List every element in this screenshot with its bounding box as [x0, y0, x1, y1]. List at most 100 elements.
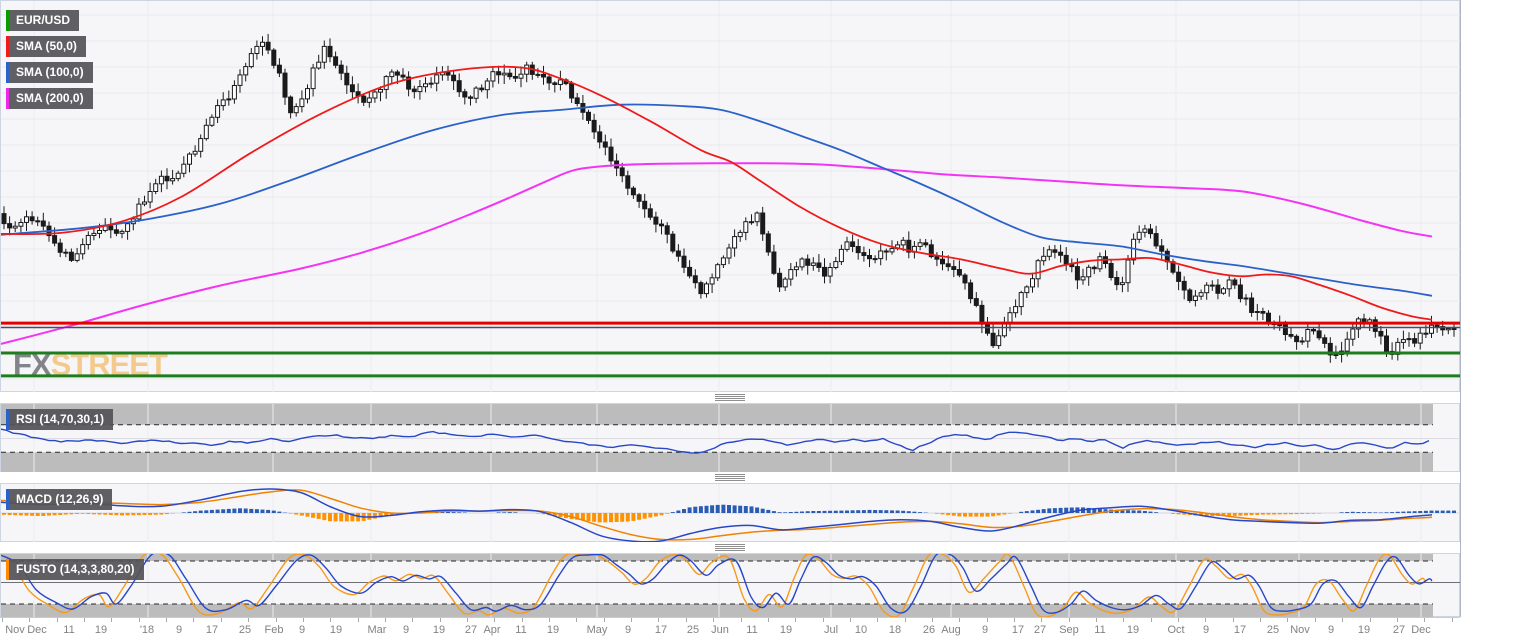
date-label: 17 [206, 624, 218, 636]
week-tick [1069, 618, 1070, 622]
week-tick [987, 618, 988, 622]
price-axis[interactable]: 1.13953 1.26001.25001.24001.23001.22001.… [1460, 0, 1531, 643]
date-label: Nov [5, 624, 25, 636]
date-axis[interactable]: NovDec1119'1891725Feb919Mar91927Apr1119M… [0, 617, 1460, 643]
date-label: 9 [176, 624, 182, 636]
date-label: 27 [465, 624, 477, 636]
date-label: Nov [1290, 624, 1310, 636]
indicator-label-stochastic[interactable]: FUSTO (14,3,3,80,20) [6, 559, 144, 580]
date-label: '18 [140, 624, 154, 636]
week-tick [768, 618, 769, 622]
panel-splitter[interactable] [0, 542, 1460, 553]
week-tick [631, 618, 632, 622]
week-tick [385, 618, 386, 622]
week-tick [522, 618, 523, 622]
date-label: 11 [63, 624, 74, 636]
date-label: Oct [1167, 624, 1184, 636]
date-label: Aug [941, 624, 961, 636]
week-tick [959, 618, 960, 622]
panel-resize-handle-icon[interactable] [715, 394, 745, 401]
week-tick [1315, 618, 1316, 622]
week-tick [1452, 618, 1453, 622]
panel-splitter[interactable] [0, 472, 1460, 483]
week-tick [412, 618, 413, 622]
week-tick [1178, 618, 1179, 622]
week-tick [1342, 618, 1343, 622]
legend-item-symbol[interactable]: EUR/USD [6, 10, 79, 31]
macd-panel[interactable]: MACD (12,26,9) [0, 483, 1460, 542]
week-tick [713, 618, 714, 622]
week-tick [1123, 618, 1124, 622]
week-tick [139, 618, 140, 622]
price-chart-panel[interactable]: FXSTREET EUR/USDSMA (50,0)SMA (100,0)SMA… [0, 0, 1460, 392]
date-label: 10 [855, 624, 867, 636]
panel-splitter[interactable] [0, 392, 1460, 403]
week-tick [57, 618, 58, 622]
legend-item-sma-50[interactable]: SMA (50,0) [6, 36, 86, 57]
axis-border [1460, 0, 1461, 617]
week-tick [1014, 618, 1015, 622]
date-label: 11 [1094, 624, 1105, 636]
week-tick [823, 618, 824, 622]
panel-resize-handle-icon[interactable] [715, 474, 745, 481]
date-label: 25 [687, 624, 699, 636]
date-label: Apr [483, 624, 500, 636]
week-tick [1205, 618, 1206, 622]
sma200-line [1, 163, 1432, 344]
week-tick [111, 618, 112, 622]
date-label: 17 [1234, 624, 1246, 636]
week-tick [440, 618, 441, 622]
date-label: 19 [547, 624, 559, 636]
indicator-label-rsi[interactable]: RSI (14,70,30,1) [6, 409, 113, 430]
date-label: 9 [982, 624, 988, 636]
week-tick [29, 618, 30, 622]
date-label: 9 [299, 624, 305, 636]
week-tick [1151, 618, 1152, 622]
legend-item-sma-200[interactable]: SMA (200,0) [6, 88, 93, 109]
week-tick [932, 618, 933, 622]
week-tick [1287, 618, 1288, 622]
date-label: Dec [27, 624, 47, 636]
panel-resize-handle-icon[interactable] [715, 544, 745, 551]
date-label: 25 [1267, 624, 1279, 636]
week-tick [658, 618, 659, 622]
date-label: 18 [889, 624, 901, 636]
week-tick [905, 618, 906, 622]
date-label: 19 [1358, 624, 1370, 636]
date-label: 17 [1012, 624, 1024, 636]
date-label: Jul [824, 624, 838, 636]
date-label: 11 [515, 624, 526, 636]
week-tick [1233, 618, 1234, 622]
week-tick [795, 618, 796, 622]
week-tick [84, 618, 85, 622]
rsi-panel[interactable]: RSI (14,70,30,1) [0, 403, 1460, 472]
week-tick [549, 618, 550, 622]
date-label: 9 [403, 624, 409, 636]
date-label: 19 [95, 624, 107, 636]
sma50-line [1, 67, 1432, 320]
date-label: 19 [433, 624, 445, 636]
week-tick [576, 618, 577, 622]
stochastic-panel[interactable]: FUSTO (14,3,3,80,20) [0, 553, 1460, 617]
date-label: Jun [711, 624, 729, 636]
week-tick [741, 618, 742, 622]
date-label: 11 [746, 624, 757, 636]
week-tick [467, 618, 468, 622]
date-label: Sep [1059, 624, 1079, 636]
indicator-label-macd[interactable]: MACD (12,26,9) [6, 489, 112, 510]
date-label: 19 [1127, 624, 1139, 636]
date-label: May [587, 624, 608, 636]
week-tick [193, 618, 194, 622]
week-tick [604, 618, 605, 622]
week-tick [276, 618, 277, 622]
week-tick [330, 618, 331, 622]
legend-item-sma-100[interactable]: SMA (100,0) [6, 62, 93, 83]
week-tick [248, 618, 249, 622]
week-tick [166, 618, 167, 622]
date-label: 9 [1328, 624, 1334, 636]
week-tick [221, 618, 222, 622]
date-label: 19 [330, 624, 342, 636]
date-label: Feb [265, 624, 284, 636]
week-tick [494, 618, 495, 622]
date-label: 26 [923, 624, 935, 636]
